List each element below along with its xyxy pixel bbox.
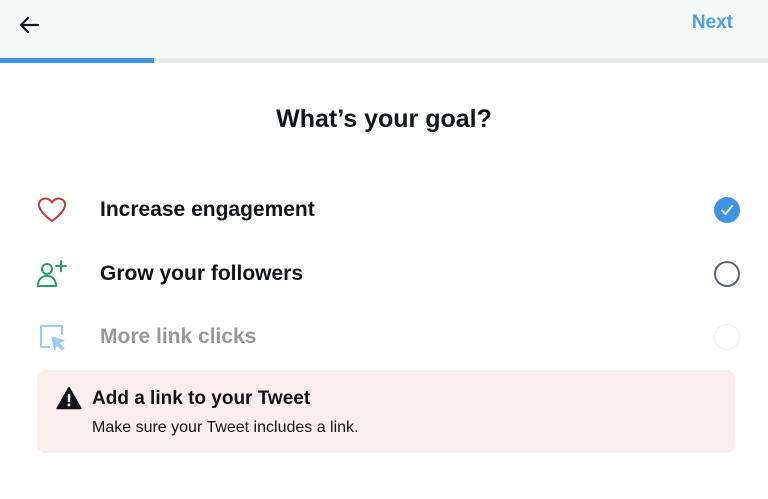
- selected-radio[interactable]: [714, 197, 740, 223]
- cursor-click-icon: [30, 315, 74, 359]
- option-increase-engagement[interactable]: Increase engagement: [30, 186, 740, 234]
- checkmark-icon: [721, 205, 733, 215]
- warning-banner: Add a link to your Tweet Make sure your …: [37, 370, 735, 453]
- warning-message: Make sure your Tweet includes a link.: [92, 419, 359, 436]
- heart-icon: [30, 188, 74, 232]
- next-button[interactable]: Next: [692, 12, 733, 34]
- back-button[interactable]: [12, 8, 46, 42]
- unselected-radio[interactable]: [714, 261, 740, 287]
- top-bar: Next: [0, 0, 768, 58]
- disabled-radio: [714, 324, 740, 350]
- add-user-icon: [30, 252, 74, 296]
- progress-bar: [0, 58, 768, 63]
- option-more-link-clicks: More link clicks: [30, 313, 740, 361]
- option-label: Increase engagement: [100, 198, 315, 221]
- arrow-left-icon: [19, 16, 40, 34]
- option-grow-followers[interactable]: Grow your followers: [30, 250, 740, 298]
- progress-fill: [0, 58, 154, 63]
- option-label: More link clicks: [100, 325, 257, 348]
- warning-icon: [56, 386, 82, 410]
- option-label: Grow your followers: [100, 262, 304, 285]
- page-title: What’s your goal?: [276, 105, 492, 133]
- warning-title: Add a link to your Tweet: [92, 388, 311, 409]
